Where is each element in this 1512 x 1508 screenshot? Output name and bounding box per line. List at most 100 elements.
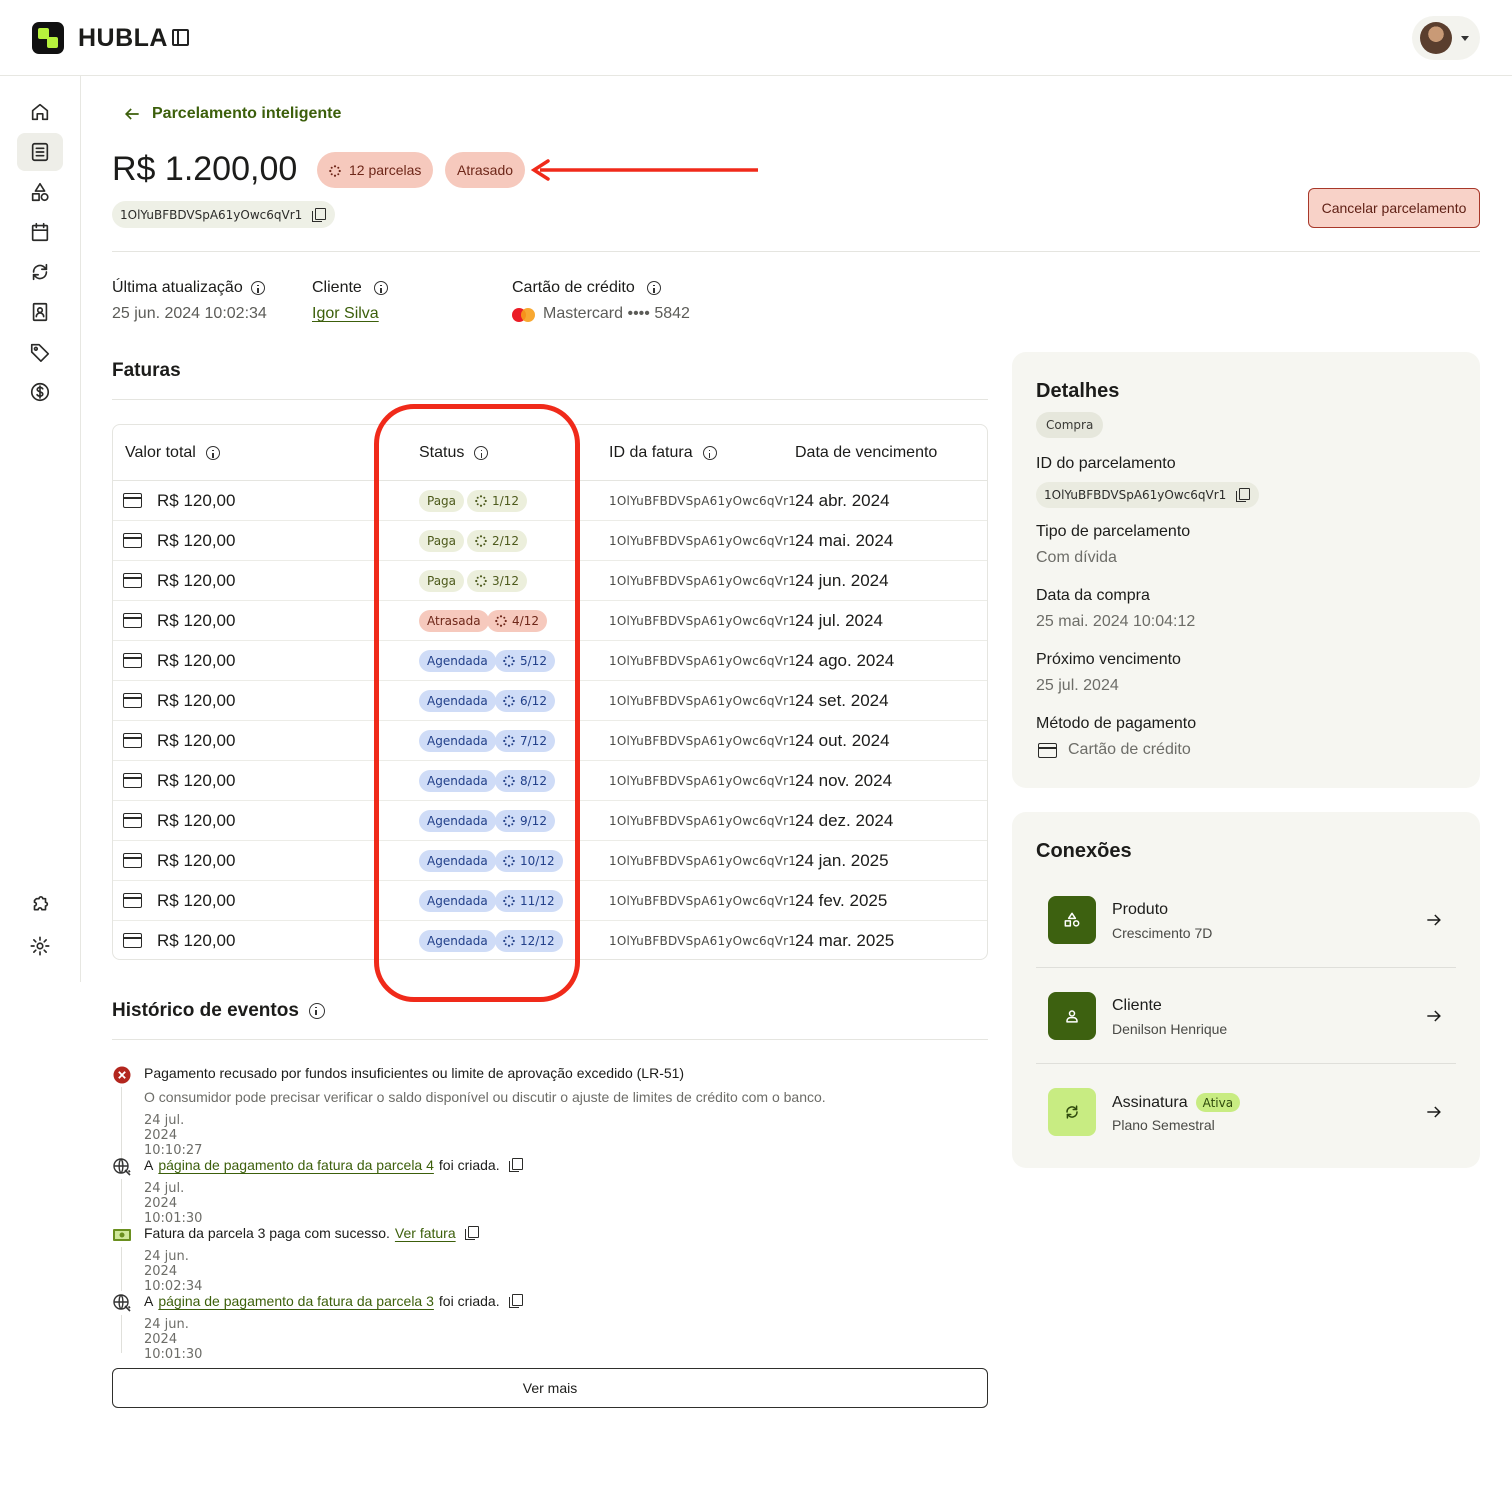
- loading-dots-icon: [503, 775, 515, 787]
- info-icon[interactable]: [646, 281, 661, 295]
- sidebar-item-calendar[interactable]: [17, 213, 63, 251]
- chevron-down-icon: [1461, 36, 1469, 41]
- invoice-status-badge: Agendada: [419, 690, 496, 712]
- sidebar-item-integrations[interactable]: [17, 887, 63, 925]
- installment-number: 3/12: [492, 574, 519, 588]
- credit-card-icon: [123, 533, 142, 548]
- invoice-status-badge: Agendada: [419, 770, 496, 792]
- payment-page-link[interactable]: página de pagamento da fatura da parcela…: [158, 1293, 434, 1309]
- sidebar-item-customers[interactable]: [17, 293, 63, 331]
- event-title: Fatura da parcela 3 paga com sucesso. Ve…: [144, 1225, 479, 1241]
- arrow-right-icon[interactable]: [1424, 1006, 1444, 1026]
- info-icon[interactable]: [250, 281, 265, 295]
- table-row[interactable]: R$ 120,00 Agendada 12/12 1OlYuBFBDVSpA61yOw…: [113, 921, 987, 959]
- installment-number-badge: 4/12: [487, 610, 547, 632]
- copy-icon[interactable]: [508, 1158, 523, 1172]
- payment-method-label: Método de pagamento: [1036, 715, 1197, 732]
- card-label: Cartão de crédito: [512, 279, 661, 297]
- installment-number-badge: 12/12: [495, 930, 563, 952]
- sidebar-item-finance[interactable]: [17, 373, 63, 411]
- credit-card-icon: [123, 693, 142, 708]
- event-time: 24 jun. 2024 10:01:30: [144, 1317, 203, 1362]
- connection-subscription[interactable]: Assinatura Ativa Plano Semestral: [1036, 1064, 1456, 1160]
- table-row[interactable]: R$ 120,00 Atrasada 4/12 1OlYuBFBDVSpA61yOwc…: [113, 601, 987, 641]
- info-icon[interactable]: [205, 446, 220, 460]
- sidebar-item-products[interactable]: [17, 173, 63, 211]
- loading-dots-icon: [503, 695, 515, 707]
- installment-number-badge: 3/12: [467, 570, 527, 592]
- table-row[interactable]: R$ 120,00 Paga 3/12 1OlYuBFBDVSpA61yOwc6qVr…: [113, 561, 987, 601]
- table-row[interactable]: R$ 120,00 Paga 2/12 1OlYuBFBDVSpA61yOwc6qVr…: [113, 521, 987, 561]
- installment-number-badge: 9/12: [495, 810, 555, 832]
- invoice-id: 1OlYuBFBDVSpA61yOwc6qVr1: [609, 734, 797, 748]
- hubla-logo-icon[interactable]: [32, 22, 64, 54]
- divider: [112, 1039, 988, 1040]
- invoice-id: 1OlYuBFBDVSpA61yOwc6qVr1: [609, 614, 797, 628]
- table-row[interactable]: R$ 120,00 Agendada 9/12 1OlYuBFBDVSpA61yOwc…: [113, 801, 987, 841]
- info-icon[interactable]: [373, 281, 388, 295]
- sidebar-item-coupons[interactable]: [17, 333, 63, 371]
- payment-page-link[interactable]: página de pagamento da fatura da parcela…: [158, 1157, 434, 1173]
- table-row[interactable]: R$ 120,00 Agendada 6/12 1OlYuBFBDVSpA61yOwc…: [113, 681, 987, 721]
- back-link[interactable]: Parcelamento inteligente: [122, 104, 341, 124]
- invoice-amount: R$ 120,00: [157, 731, 236, 750]
- timeline-line: [121, 1179, 122, 1223]
- table-row[interactable]: R$ 120,00 Agendada 11/12 1OlYuBFBDVSpA61yOw…: [113, 881, 987, 921]
- puzzle-icon: [33, 896, 49, 911]
- info-icon[interactable]: [308, 1003, 325, 1019]
- credit-card-icon: [123, 493, 142, 508]
- sidebar: [0, 76, 81, 982]
- event-title: A página de pagamento da fatura da parce…: [144, 1157, 523, 1173]
- info-icon[interactable]: [474, 446, 489, 460]
- invoice-amount: R$ 120,00: [157, 571, 236, 590]
- shapes-icon: [1064, 912, 1080, 927]
- event-time: 24 jul. 2024 10:10:27: [144, 1113, 203, 1158]
- sidebar-item-subscriptions[interactable]: [17, 253, 63, 291]
- user-menu[interactable]: [1412, 16, 1480, 60]
- table-row[interactable]: R$ 120,00 Paga 1/12 1OlYuBFBDVSpA61yOwc6qVr…: [113, 481, 987, 521]
- loading-dots-icon: [503, 855, 515, 867]
- money-icon: [113, 1229, 131, 1241]
- info-icon[interactable]: [702, 446, 717, 460]
- cancel-installment-button[interactable]: Cancelar parcelamento: [1308, 188, 1480, 228]
- sidebar-item-invoices[interactable]: [17, 133, 63, 171]
- details-panel: Detalhes Compra ID do parcelamento 1OlYu…: [1012, 352, 1480, 788]
- table-row[interactable]: R$ 120,00 Agendada 7/12 1OlYuBFBDVSpA61yOwc…: [113, 721, 987, 761]
- client-link[interactable]: Igor Silva: [312, 305, 379, 323]
- copy-icon[interactable]: [508, 1294, 523, 1308]
- invoice-due-date: 24 nov. 2024: [795, 771, 893, 790]
- copy-icon[interactable]: [1236, 488, 1251, 502]
- next-due-label: Próximo vencimento: [1036, 651, 1181, 668]
- copy-icon[interactable]: [464, 1226, 479, 1240]
- installment-number-badge: 11/12: [495, 890, 563, 912]
- tag-icon: [30, 343, 50, 362]
- loading-dots-icon: [503, 735, 515, 747]
- sidebar-item-home[interactable]: [17, 93, 63, 131]
- shapes-icon: [31, 182, 49, 202]
- arrow-right-icon[interactable]: [1424, 910, 1444, 930]
- installment-id-chip[interactable]: 1OlYuBFBDVSpA61yOwc6qVr1: [112, 201, 336, 228]
- installment-id-chip[interactable]: 1OlYuBFBDVSpA61yOwc6qVr1: [1036, 482, 1260, 508]
- connection-customer[interactable]: Cliente Denilson Henrique: [1036, 968, 1456, 1064]
- divider: [112, 251, 1480, 252]
- view-invoice-link[interactable]: Ver fatura: [395, 1225, 456, 1241]
- sidebar-toggle-icon[interactable]: [172, 29, 189, 46]
- mastercard-icon: [512, 307, 538, 323]
- arrow-right-icon[interactable]: [1424, 1102, 1444, 1122]
- see-more-button[interactable]: Ver mais: [112, 1368, 988, 1408]
- next-due-value: 25 jul. 2024: [1036, 677, 1119, 694]
- connection-product[interactable]: Produto Crescimento 7D: [1036, 872, 1456, 968]
- table-row[interactable]: R$ 120,00 Agendada 10/12 1OlYuBFBDVSpA61yOw…: [113, 841, 987, 881]
- logo-text[interactable]: HUBLA: [78, 24, 168, 53]
- invoice-amount: R$ 120,00: [157, 891, 236, 910]
- invoice-due-date: 24 mar. 2025: [795, 931, 895, 950]
- table-row[interactable]: R$ 120,00 Agendada 5/12 1OlYuBFBDVSpA61yOwc…: [113, 641, 987, 681]
- sidebar-item-settings[interactable]: [17, 927, 63, 965]
- table-row[interactable]: R$ 120,00 Agendada 8/12 1OlYuBFBDVSpA61yOwc…: [113, 761, 987, 801]
- copy-icon[interactable]: [312, 207, 327, 222]
- credit-card-icon: [123, 933, 142, 948]
- subscription-icon-box: [1048, 1088, 1096, 1136]
- events-title: Histórico de eventos: [112, 1000, 325, 1022]
- invoice-amount: R$ 120,00: [157, 491, 236, 510]
- credit-card-icon: [123, 613, 142, 628]
